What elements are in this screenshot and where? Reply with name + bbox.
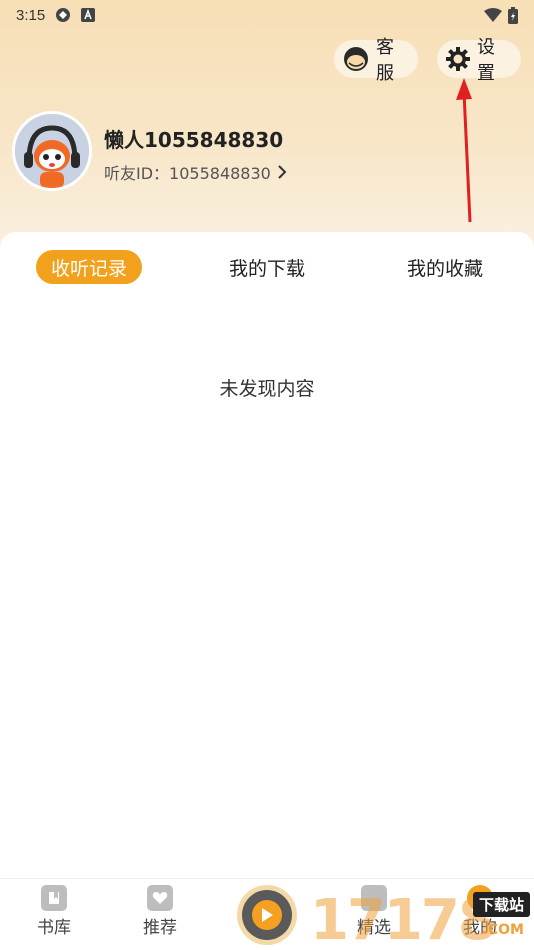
chevron-right-icon	[277, 165, 287, 179]
status-bar: 3:15	[0, 0, 534, 30]
mascot-avatar-image	[15, 114, 89, 188]
book-icon	[41, 885, 67, 911]
watermark-site: 下载站	[472, 892, 530, 917]
watermark-logo: 17178 下载站 .COM	[310, 884, 534, 950]
play-icon	[262, 908, 273, 922]
customer-service-button[interactable]: 客服	[334, 37, 418, 84]
tab-listening-history[interactable]: 收听记录	[36, 250, 142, 284]
status-time: 3:15	[16, 6, 46, 24]
tab-my-downloads[interactable]: 我的下载	[212, 250, 322, 284]
watermark-digits: 17178	[310, 888, 497, 950]
gear-icon	[445, 46, 471, 72]
heart-icon	[147, 885, 173, 911]
app-notification-icon	[55, 7, 71, 23]
player-button[interactable]	[237, 885, 297, 945]
customer-service-icon	[342, 45, 370, 73]
nav-item-library[interactable]: 书库	[19, 885, 89, 938]
battery-icon	[508, 6, 518, 24]
nav-label-recommend: 推荐	[143, 918, 177, 938]
annotation-arrow	[440, 70, 490, 234]
user-id-row[interactable]: 听友ID：1055848830	[104, 160, 287, 184]
empty-state-message: 未发现内容	[219, 378, 315, 400]
wifi-icon	[484, 8, 502, 22]
tab-my-favorites[interactable]: 我的收藏	[390, 250, 500, 284]
content-card: 收听记录 我的下载 我的收藏 未发现内容	[0, 232, 534, 878]
nav-label-library: 书库	[37, 918, 71, 938]
nav-item-recommend[interactable]: 推荐	[125, 885, 195, 938]
avatar[interactable]	[12, 111, 92, 191]
keyboard-notification-icon	[81, 8, 96, 22]
watermark-domain: .COM	[482, 922, 524, 938]
user-id-label: 听友ID：1055848830	[104, 164, 271, 183]
customer-service-label: 客服	[376, 37, 394, 84]
username: 懒人1055848830	[104, 128, 284, 152]
